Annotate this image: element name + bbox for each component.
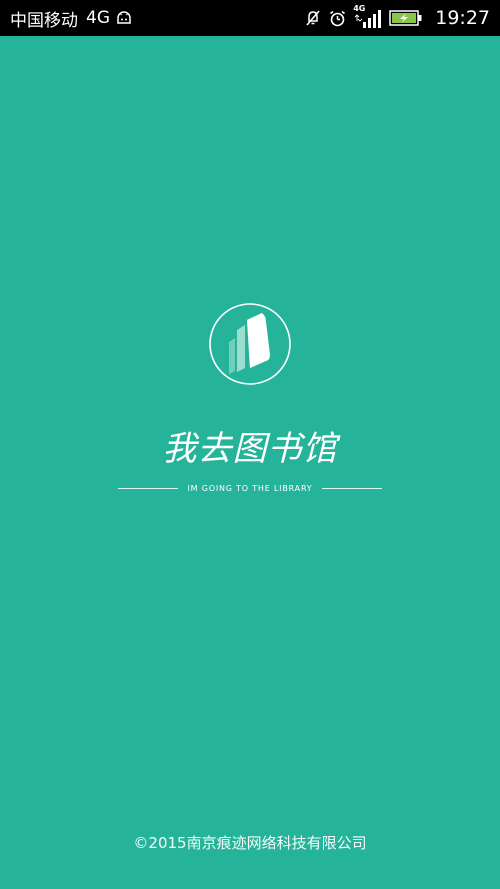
signal-network-tag: 4G — [353, 4, 366, 13]
subtitle-right-divider — [322, 487, 382, 489]
carrier-label: 中国移动 — [10, 10, 78, 31]
signal-icon: 4G — [353, 4, 383, 29]
mute-icon — [304, 9, 322, 27]
book-pages-icon — [209, 303, 291, 385]
battery-charging-icon — [389, 9, 423, 27]
clock-time: 19:27 — [435, 7, 490, 29]
app-subtitle: IM GOING TO THE LIBRARY — [187, 483, 313, 493]
android-icon — [116, 11, 132, 25]
alarm-icon — [328, 9, 347, 28]
network-type-label: 4G — [86, 8, 110, 28]
copyright-text: ©2015南京痕迹网络科技有限公司 — [133, 834, 367, 852]
status-left: 中国移动 4G — [10, 6, 132, 31]
subtitle-left-divider — [118, 487, 178, 489]
status-bar: 中国移动 4G 4G 19:27 — [0, 0, 500, 36]
app-title: 我去图书馆 — [162, 429, 338, 469]
app-subtitle-row: IM GOING TO THE LIBRARY — [118, 481, 382, 495]
status-right: 4G 19:27 — [304, 4, 490, 29]
app-logo — [208, 302, 292, 386]
